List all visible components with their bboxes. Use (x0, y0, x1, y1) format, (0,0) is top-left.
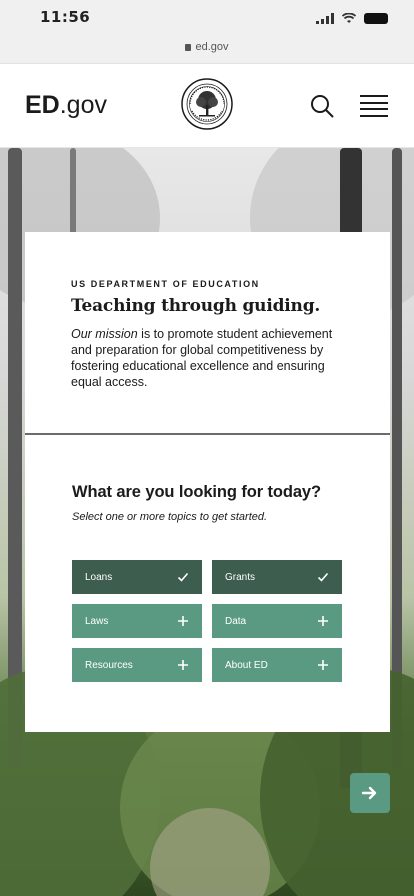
page-title: Teaching through guiding. (71, 296, 321, 316)
cellular-signal-icon (316, 13, 334, 24)
topic-label: Laws (85, 615, 109, 627)
checkmark-icon (177, 572, 189, 582)
topic-button-loans[interactable]: Loans (72, 560, 202, 594)
wifi-icon (342, 13, 356, 23)
status-icons (316, 13, 388, 24)
department-of-education-seal-icon[interactable] (181, 78, 233, 130)
intro-card: US DEPARTMENT OF EDUCATION Teaching thro… (25, 232, 390, 732)
plus-icon (318, 616, 328, 626)
topic-button-data[interactable]: Data (212, 604, 342, 638)
topic-question: What are you looking for today? (72, 483, 321, 501)
topic-button-resources[interactable]: Resources (72, 648, 202, 682)
arrow-right-icon (361, 786, 377, 800)
mission-statement: Our mission is to promote student achiev… (71, 326, 344, 390)
hamburger-menu-icon[interactable] (360, 95, 388, 117)
site-header: ED.gov (0, 64, 414, 148)
checkmark-icon (317, 572, 329, 582)
plus-icon (318, 660, 328, 670)
eyebrow-label: US DEPARTMENT OF EDUCATION (71, 279, 260, 289)
topic-label: Data (225, 615, 247, 627)
topic-grid: Loans Grants Laws Data Resources About E… (72, 560, 343, 682)
topic-button-grants[interactable]: Grants (212, 560, 342, 594)
logo-ed: ED (25, 91, 60, 119)
url-text: ed.gov (195, 41, 229, 53)
status-time: 11:56 (40, 8, 91, 26)
logo-gov: .gov (59, 91, 107, 119)
topic-picker: What are you looking for today? Select o… (25, 435, 390, 682)
address-bar[interactable]: ed.gov (0, 41, 414, 53)
lock-icon (185, 44, 192, 51)
topic-label: Grants (225, 571, 256, 583)
plus-icon (178, 616, 188, 626)
status-bar: 11:56 ed.gov (0, 0, 414, 64)
ed-gov-logo[interactable]: ED.gov (25, 90, 107, 120)
battery-icon (364, 13, 388, 24)
mission-emphasis: Our mission (71, 327, 138, 341)
topic-label: Resources (85, 659, 133, 671)
topic-button-laws[interactable]: Laws (72, 604, 202, 638)
topic-button-about-ed[interactable]: About ED (212, 648, 342, 682)
topic-label: About ED (225, 659, 268, 671)
next-button[interactable] (350, 773, 390, 813)
plus-icon (178, 660, 188, 670)
mission-section: US DEPARTMENT OF EDUCATION Teaching thro… (25, 232, 390, 433)
search-icon[interactable] (309, 93, 335, 119)
topic-label: Loans (85, 571, 113, 583)
topic-instructions: Select one or more topics to get started… (72, 511, 268, 523)
